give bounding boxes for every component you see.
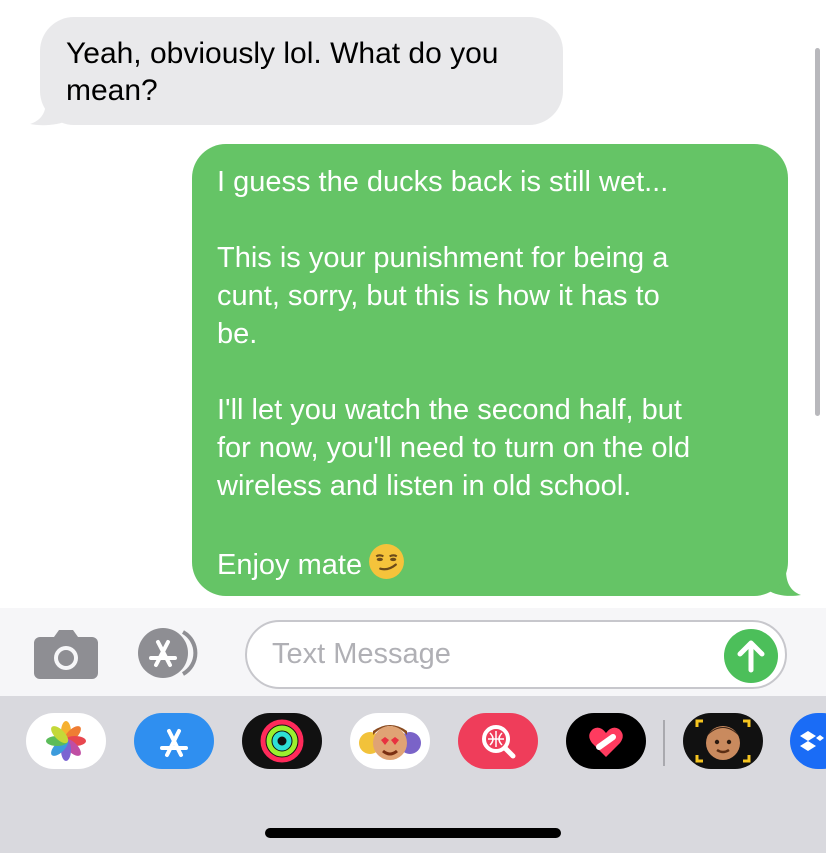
incoming-message-bubble[interactable]: Yeah, obviously lol. What do you mean? bbox=[40, 17, 563, 125]
message-input-placeholder: Text Message bbox=[272, 638, 451, 670]
message-paragraph-text: Enjoy mate bbox=[217, 549, 363, 581]
scrollbar[interactable] bbox=[815, 48, 820, 416]
incoming-message-text: Yeah, obviously lol. What do you mean? bbox=[66, 37, 499, 107]
outgoing-message-bubble[interactable]: I guess the ducks back is still wet... T… bbox=[192, 144, 788, 596]
photos-icon[interactable] bbox=[26, 713, 106, 769]
camera-icon[interactable] bbox=[34, 629, 98, 679]
app-store-icon[interactable] bbox=[137, 628, 211, 678]
memoji-icon[interactable] bbox=[683, 713, 763, 769]
dropbox-icon[interactable] bbox=[790, 713, 826, 769]
app-store-icon[interactable] bbox=[134, 713, 214, 769]
send-button[interactable] bbox=[723, 628, 779, 684]
message-paragraph: I'll let you watch the second half, but … bbox=[217, 394, 691, 502]
message-paragraph: This is your punishment for being a cunt… bbox=[217, 242, 669, 350]
activity-icon[interactable] bbox=[242, 713, 322, 769]
smirking-face-icon bbox=[369, 544, 405, 579]
drawer-divider bbox=[663, 720, 665, 766]
images-search-icon[interactable] bbox=[458, 713, 538, 769]
message-thread: Yeah, obviously lol. What do you mean? I… bbox=[0, 0, 826, 608]
message-paragraph: Enjoy mate bbox=[217, 543, 764, 584]
memoji-stickers-icon[interactable] bbox=[350, 713, 430, 769]
message-paragraph: I guess the ducks back is still wet... bbox=[217, 166, 669, 198]
home-indicator[interactable] bbox=[265, 828, 561, 838]
digital-touch-icon[interactable] bbox=[566, 713, 646, 769]
